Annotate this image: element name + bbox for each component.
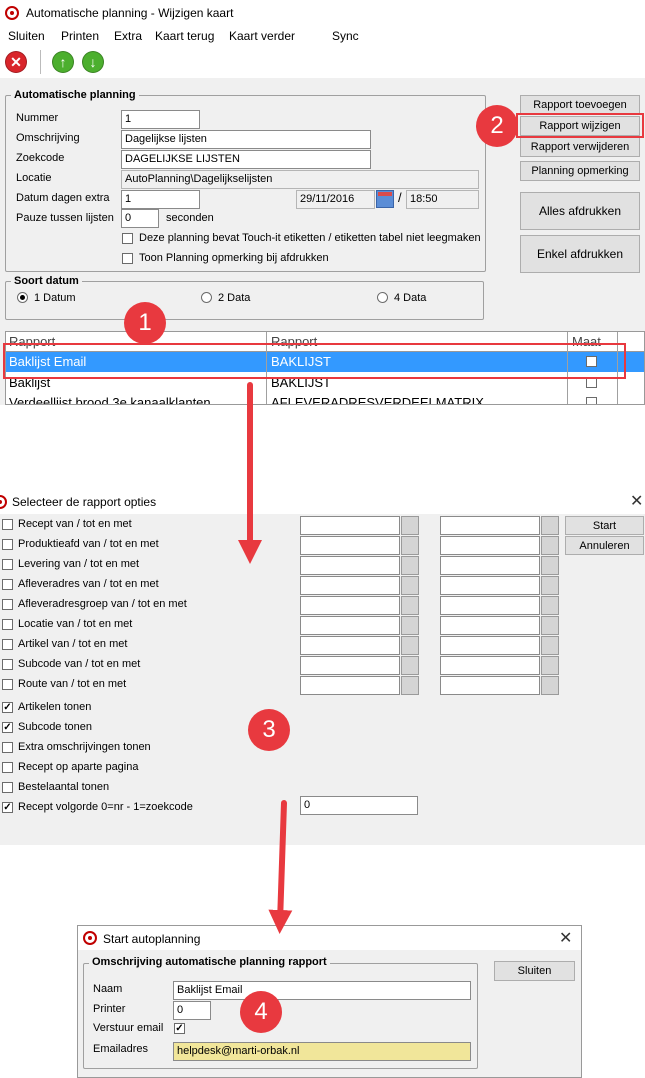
step-badge-3: 3	[248, 709, 290, 751]
step-badge-2: 2	[476, 105, 518, 147]
step-badge-1: 1	[124, 302, 166, 344]
step-badge-4: 4	[240, 991, 282, 1033]
annotation-arrows	[238, 382, 293, 934]
arrow-to-start	[268, 800, 293, 934]
